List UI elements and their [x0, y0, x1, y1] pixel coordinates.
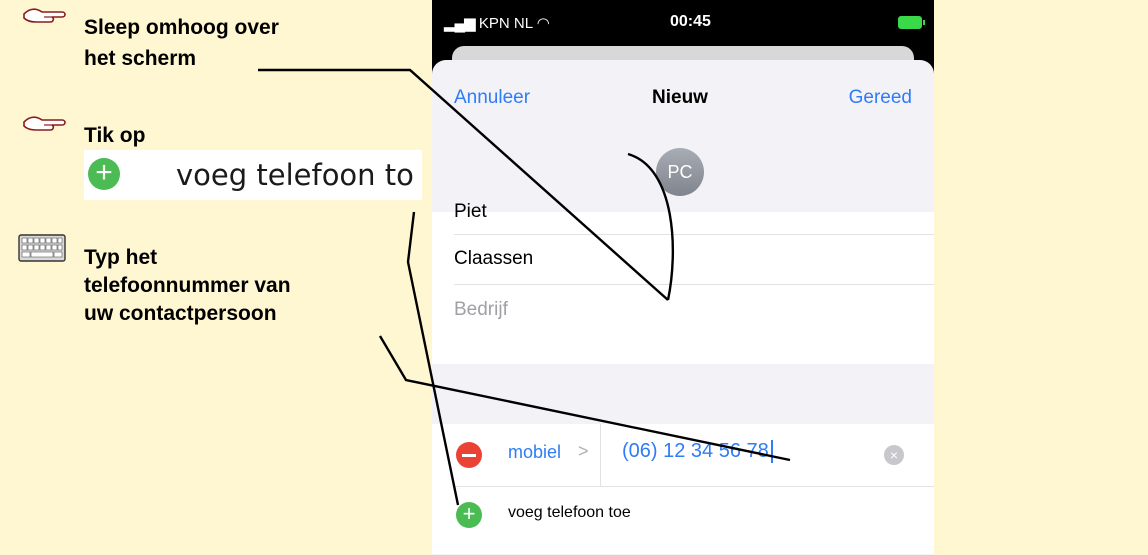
step3-line1: Typ het [84, 246, 158, 269]
carrier-label: ▂▄▆ KPN NL ◠ [444, 15, 550, 32]
add-phone-icon[interactable]: + [456, 502, 482, 528]
tutorial-page: Sleep omhoog over het scherm Tik op + vo… [0, 0, 1148, 555]
step3-line2: telefoonnummer van [84, 274, 291, 297]
pointing-hand-icon [23, 116, 66, 131]
row-divider [454, 486, 934, 487]
phone-type-label[interactable]: mobiel [508, 442, 561, 463]
chevron-right-icon[interactable]: > [578, 441, 589, 462]
step2-line1: Tik op [84, 124, 146, 147]
battery-icon [898, 16, 925, 29]
step1-line1: Sleep omhoog over [84, 16, 279, 39]
phone-screenshot: ▂▄▆ KPN NL ◠ 00:45 Annuleer Nieuw Gereed… [432, 0, 934, 555]
step3-line3: uw contactpersoon [84, 302, 277, 325]
clear-icon[interactable]: × [884, 445, 904, 465]
status-bar: ▂▄▆ KPN NL ◠ 00:45 [432, 0, 934, 46]
cancel-button[interactable]: Annuleer [454, 87, 530, 109]
phone-fields-card: mobiel > (06) 12 34 56 78 × + voeg telef… [432, 424, 934, 554]
field-separator [600, 424, 601, 486]
callout-label: voeg telefoon to [176, 158, 414, 192]
new-contact-sheet: Annuleer Nieuw Gereed Piet Claassen Bedr… [432, 60, 934, 555]
first-name-field[interactable]: Piet [454, 190, 934, 235]
done-button[interactable]: Gereed [849, 87, 912, 109]
signal-icon: ▂▄▆ [444, 15, 476, 32]
pointing-hand-icon [23, 8, 66, 23]
status-time: 00:45 [670, 13, 711, 30]
wifi-icon: ◠ [536, 15, 550, 32]
name-fields-card: Piet Claassen Bedrijf [432, 201, 934, 364]
phone-number-input[interactable]: (06) 12 34 56 78 [622, 440, 773, 463]
last-name-field[interactable]: Claassen [454, 234, 934, 285]
company-field[interactable]: Bedrijf [454, 285, 934, 335]
add-phone-button[interactable]: voeg telefoon toe [508, 504, 631, 522]
plus-circle-icon: + [88, 158, 120, 190]
remove-phone-icon[interactable] [456, 442, 482, 468]
sheet-title: Nieuw [652, 87, 708, 108]
keyboard-icon [18, 234, 66, 262]
add-phone-callout: + voeg telefoon to [84, 150, 422, 200]
step1-line2: het scherm [84, 47, 197, 70]
avatar[interactable]: PC [656, 148, 704, 196]
